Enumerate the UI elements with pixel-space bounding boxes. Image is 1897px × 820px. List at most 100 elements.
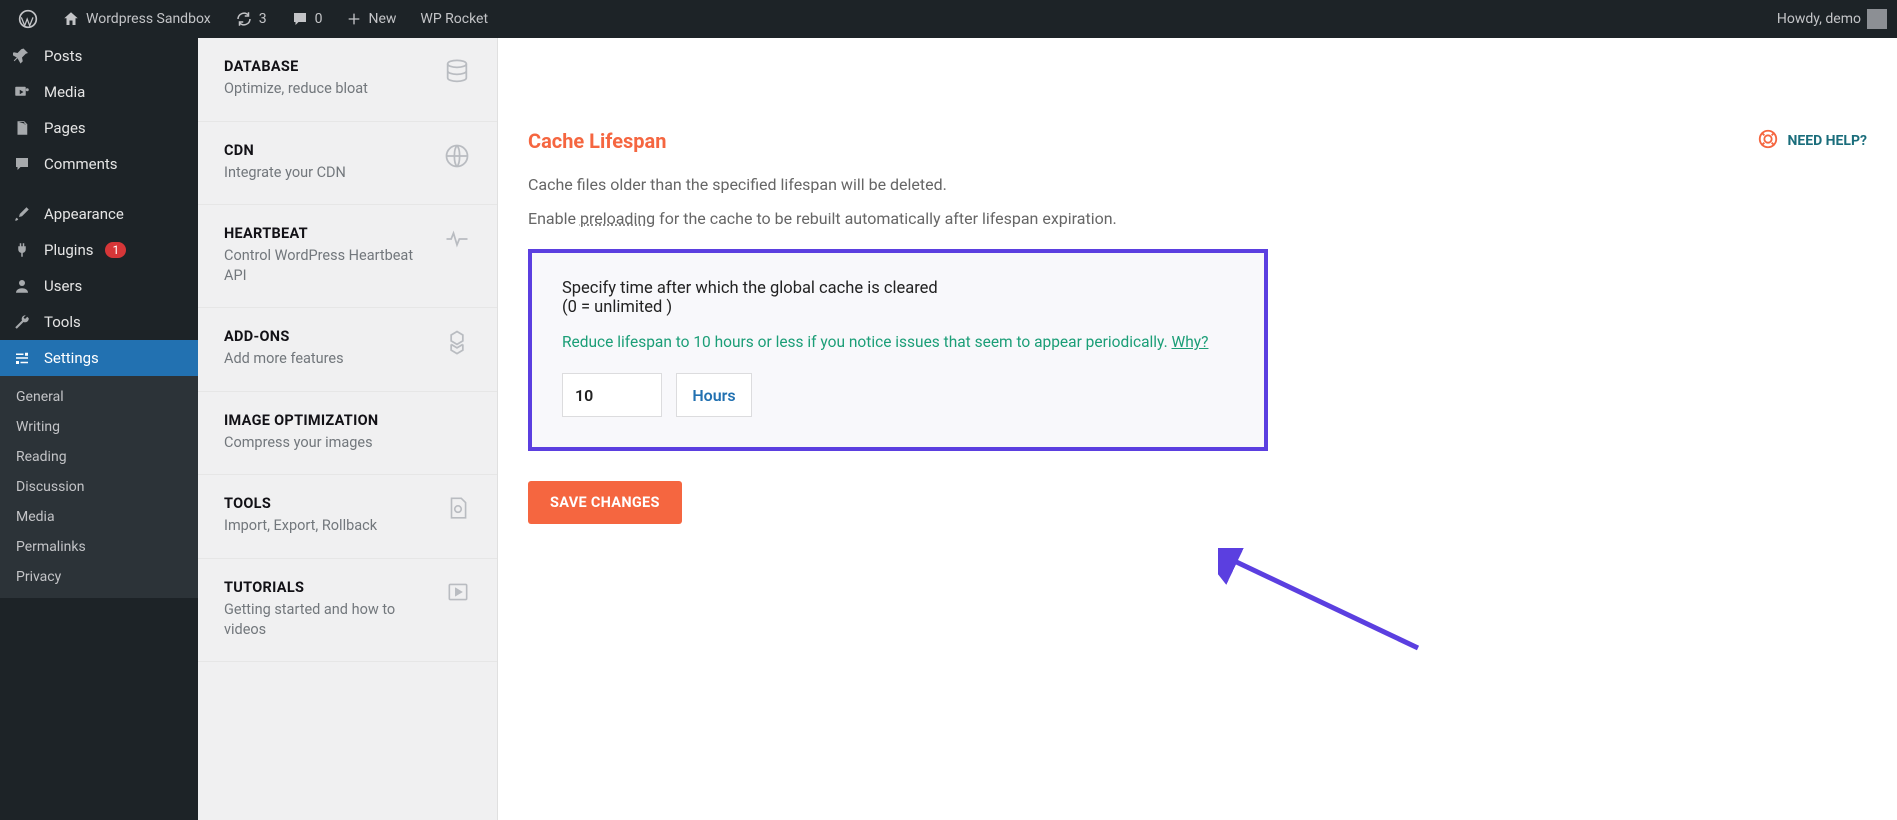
new-label: New xyxy=(368,11,396,27)
brush-icon xyxy=(12,205,32,223)
tab-desc: Optimize, reduce bloat xyxy=(224,79,368,99)
tab-database[interactable]: DATABASE Optimize, reduce bloat xyxy=(198,38,497,122)
tab-title: ADD-ONS xyxy=(224,328,344,345)
lifespan-input[interactable] xyxy=(562,373,662,417)
wprocket-tabs: DATABASE Optimize, reduce bloat CDN Integr… xyxy=(198,38,498,820)
user-icon xyxy=(12,277,32,295)
tab-title: HEARTBEAT xyxy=(224,225,433,242)
avatar xyxy=(1867,9,1887,29)
preloading-link[interactable]: preloading xyxy=(580,209,655,228)
submenu-privacy[interactable]: Privacy xyxy=(0,562,198,592)
gear-file-icon xyxy=(445,495,471,525)
save-changes-button[interactable]: SAVE CHANGES xyxy=(528,481,682,524)
sidebar-item-appearance[interactable]: Appearance xyxy=(0,196,198,232)
box-heading-2: (0 = unlimited ) xyxy=(562,298,1234,317)
sidebar-label: Tools xyxy=(44,313,81,331)
tab-desc: Control WordPress Heartbeat API xyxy=(224,246,433,285)
sidebar-label: Comments xyxy=(44,155,118,173)
howdy-text: Howdy, demo xyxy=(1777,11,1861,27)
wrench-icon xyxy=(12,313,32,331)
site-name: Wordpress Sandbox xyxy=(86,11,211,27)
tab-tutorials[interactable]: TUTORIALSGetting started and how to vide… xyxy=(198,559,497,662)
admin-bar: Wordpress Sandbox 3 0 New WP Rocket Howd… xyxy=(0,0,1897,38)
submenu-reading[interactable]: Reading xyxy=(0,442,198,472)
settings-submenu: General Writing Reading Discussion Media… xyxy=(0,376,198,598)
wprocket-link[interactable]: WP Rocket xyxy=(412,11,496,27)
sidebar-item-tools[interactable]: Tools xyxy=(0,304,198,340)
database-icon xyxy=(443,58,471,90)
sidebar-label: Pages xyxy=(44,119,86,137)
sidebar-label: Appearance xyxy=(44,205,124,223)
sidebar-item-pages[interactable]: Pages xyxy=(0,110,198,146)
play-icon xyxy=(445,579,471,609)
tab-desc: Integrate your CDN xyxy=(224,163,346,183)
updates-count: 3 xyxy=(259,11,267,27)
tab-title: IMAGE OPTIMIZATION xyxy=(224,412,378,429)
submenu-discussion[interactable]: Discussion xyxy=(0,472,198,502)
why-link[interactable]: Why? xyxy=(1172,333,1209,351)
tab-imageopt[interactable]: IMAGE OPTIMIZATION Compress your images xyxy=(198,392,497,476)
sidebar-label: Plugins xyxy=(44,241,93,259)
refresh-icon xyxy=(235,10,253,28)
account-link[interactable]: Howdy, demo xyxy=(1777,9,1887,29)
tab-desc: Getting started and how to videos xyxy=(224,600,435,639)
heartbeat-icon xyxy=(443,225,471,257)
sidebar-item-media[interactable]: Media xyxy=(0,74,198,110)
sidebar-item-posts[interactable]: Posts xyxy=(0,38,198,74)
tab-desc: Import, Export, Rollback xyxy=(224,516,377,536)
section-title: Cache Lifespan xyxy=(528,129,666,153)
section-desc-2: Enable preloading for the cache to be re… xyxy=(528,206,1867,232)
comment-icon xyxy=(12,155,32,173)
need-help-link[interactable]: NEED HELP? xyxy=(1757,128,1867,154)
site-link[interactable]: Wordpress Sandbox xyxy=(54,10,219,28)
lifebuoy-icon xyxy=(1757,128,1779,154)
sidebar-item-users[interactable]: Users xyxy=(0,268,198,304)
lifespan-unit-select[interactable]: Hours xyxy=(676,373,752,417)
pin-icon xyxy=(12,47,32,65)
tab-title: CDN xyxy=(224,142,346,159)
tab-title: DATABASE xyxy=(224,58,368,75)
sidebar-item-settings[interactable]: Settings xyxy=(0,340,198,376)
globe-icon xyxy=(443,142,471,174)
sidebar-label: Posts xyxy=(44,47,82,65)
new-link[interactable]: New xyxy=(338,11,404,27)
tab-desc: Compress your images xyxy=(224,433,378,453)
plug-icon xyxy=(12,241,32,259)
updates-link[interactable]: 3 xyxy=(227,10,275,28)
tab-tools[interactable]: TOOLS Import, Export, Rollback xyxy=(198,475,497,559)
sidebar-item-comments[interactable]: Comments xyxy=(0,146,198,182)
sidebar-item-plugins[interactable]: Plugins 1 xyxy=(0,232,198,268)
need-help-label: NEED HELP? xyxy=(1787,133,1867,149)
admin-sidebar: Posts Media Pages Comments Appearance Pl… xyxy=(0,38,198,820)
submenu-writing[interactable]: Writing xyxy=(0,412,198,442)
plus-icon xyxy=(346,11,362,27)
annotation-arrow-icon xyxy=(1218,548,1438,668)
tab-heartbeat[interactable]: HEARTBEAT Control WordPress Heartbeat API xyxy=(198,205,497,308)
submenu-media[interactable]: Media xyxy=(0,502,198,532)
section-header: Cache Lifespan NEED HELP? xyxy=(528,128,1867,164)
home-icon xyxy=(62,10,80,28)
media-icon xyxy=(12,83,32,101)
tab-title: TOOLS xyxy=(224,495,377,512)
sidebar-label: Media xyxy=(44,83,85,101)
submenu-general[interactable]: General xyxy=(0,382,198,412)
pages-icon xyxy=(12,119,32,137)
wp-logo[interactable] xyxy=(10,9,46,29)
box-hint: Reduce lifespan to 10 hours or less if y… xyxy=(562,333,1234,351)
sidebar-label: Users xyxy=(44,277,82,295)
comment-icon xyxy=(291,10,309,28)
sliders-icon xyxy=(12,349,32,367)
submenu-permalinks[interactable]: Permalinks xyxy=(0,532,198,562)
tab-addons[interactable]: ADD-ONS Add more features xyxy=(198,308,497,392)
box-heading-1: Specify time after which the global cach… xyxy=(562,279,1234,298)
sidebar-label: Settings xyxy=(44,349,99,367)
comments-link[interactable]: 0 xyxy=(283,10,331,28)
wordpress-icon xyxy=(18,9,38,29)
cache-lifespan-box: Specify time after which the global cach… xyxy=(528,249,1268,451)
section-desc-1: Cache files older than the specified lif… xyxy=(528,172,1867,198)
plugins-badge: 1 xyxy=(105,242,126,258)
tab-cdn[interactable]: CDN Integrate your CDN xyxy=(198,122,497,206)
tab-desc: Add more features xyxy=(224,349,344,369)
content-panel: Cache Lifespan NEED HELP? Cache files ol… xyxy=(498,38,1897,820)
comments-count: 0 xyxy=(315,11,323,27)
